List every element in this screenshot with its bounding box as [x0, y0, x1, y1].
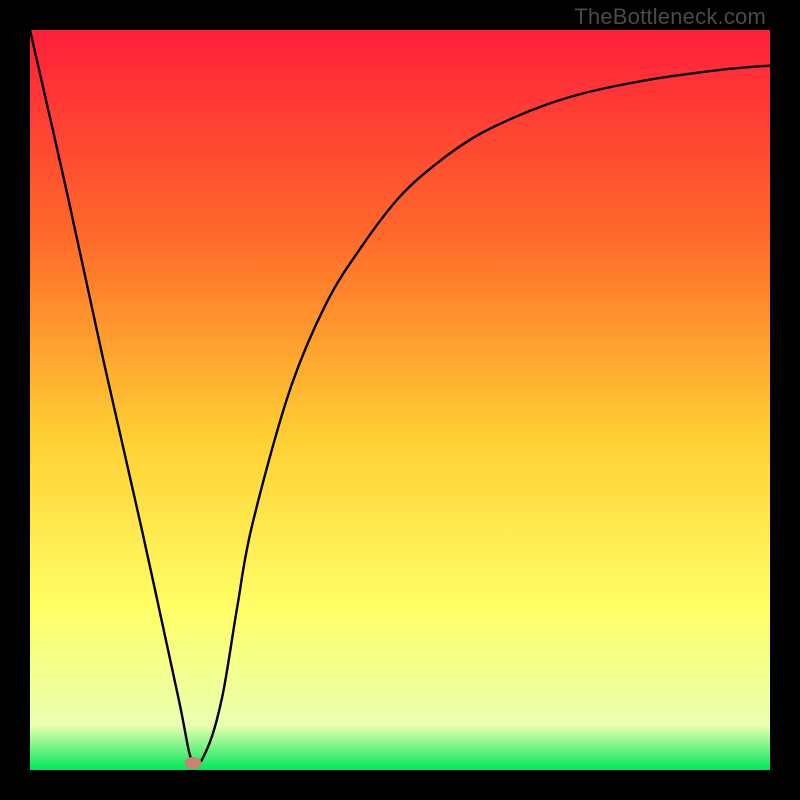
optimal-point-marker	[184, 757, 201, 769]
bottleneck-curve	[30, 30, 770, 770]
plot-area	[30, 30, 770, 770]
watermark-text: TheBottleneck.com	[574, 4, 766, 30]
chart-frame: TheBottleneck.com	[0, 0, 800, 800]
